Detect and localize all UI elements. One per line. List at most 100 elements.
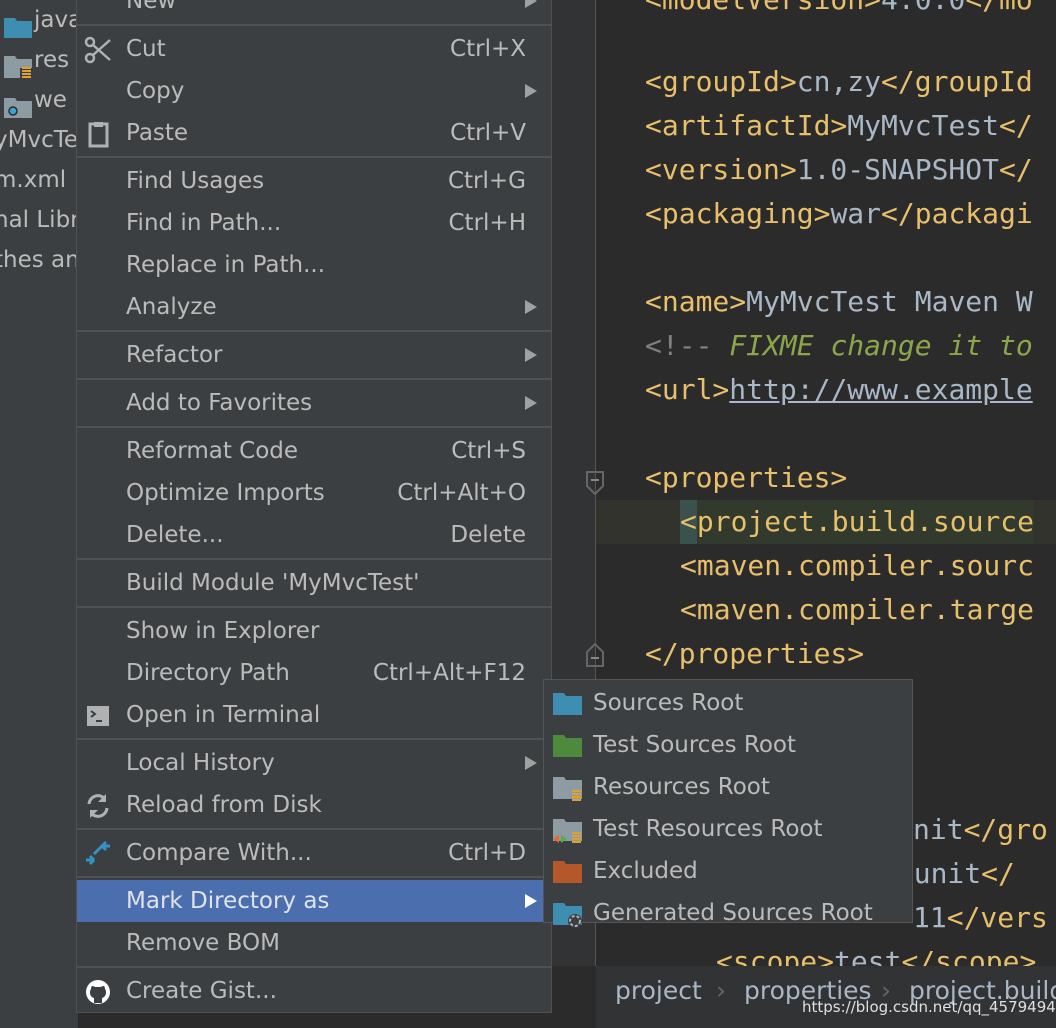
menu-item-new[interactable]: New <box>77 0 551 22</box>
xml-value: 4.0.0 <box>881 0 965 16</box>
code-line[interactable]: <name>MyMvcTest Maven W <box>645 280 1033 324</box>
xml-tag: <name> <box>645 285 747 318</box>
menu-item-build-module-mymvctest[interactable]: Build Module 'MyMvcTest' <box>77 562 551 604</box>
xml-tag: <!-- <box>645 329 730 362</box>
tree-item[interactable]: java <box>0 0 78 40</box>
menu-item-cut[interactable]: Cut Ctrl+X <box>77 28 551 70</box>
menu-item-find-in-path[interactable]: Find in Path... Ctrl+H <box>77 202 551 244</box>
submenu-item-sources-root[interactable]: Sources Root <box>544 682 912 724</box>
code-line[interactable]: </properties> <box>645 632 864 676</box>
menu-item-label: Replace in Path... <box>126 252 326 278</box>
menu-item-label: Paste <box>126 120 189 146</box>
shortcut: Ctrl+Alt+O <box>397 480 526 506</box>
submenu-item-label: Test Sources Root <box>593 732 797 758</box>
code-line[interactable]: <maven.compiler.sourc <box>680 544 1034 588</box>
menu-item-delete[interactable]: Delete... Delete <box>77 514 551 556</box>
code-line[interactable]: <properties> <box>645 456 847 500</box>
submenu-arrow-icon <box>525 84 537 98</box>
submenu-arrow-icon <box>525 756 537 770</box>
tree-item[interactable]: we <box>0 80 67 120</box>
menu-item-label: Show in Explorer <box>126 618 320 644</box>
code-line[interactable]: nit</gro <box>913 808 1048 852</box>
code-line[interactable]: <!-- FIXME change it to <box>645 324 1033 368</box>
menu-item-add-to-favorites[interactable]: Add to Favorites <box>77 382 551 424</box>
code-line[interactable]: <maven.compiler.targe <box>680 588 1034 632</box>
menu-item-copy[interactable]: Copy <box>77 70 551 112</box>
menu-item-optimize-imports[interactable]: Optimize Imports Ctrl+Alt+O <box>77 472 551 514</box>
menu-item-label: Add to Favorites <box>126 390 313 416</box>
menu-item-create-gist[interactable]: Create Gist... <box>77 970 551 1012</box>
code-line[interactable]: 11</vers <box>913 896 1048 940</box>
xml-value: FIXME change it to <box>729 329 1033 362</box>
menu-item-show-in-explorer[interactable]: Show in Explorer <box>77 610 551 652</box>
xml-value: nit <box>913 813 964 846</box>
menu-item-label: Directory Path <box>126 660 290 686</box>
menu-item-label: Build Module 'MyMvcTest' <box>126 570 420 596</box>
menu-item-reload-from-disk[interactable]: Reload from Disk <box>77 784 551 826</box>
menu-item-label: Find in Path... <box>126 210 282 236</box>
xml-value: http://www.example <box>729 373 1033 406</box>
submenu-item-label: Resources Root <box>593 774 770 800</box>
code-line[interactable]: <modelVersion>4.0.0</mo <box>645 0 1033 22</box>
submenu-item-excluded[interactable]: Excluded <box>544 850 912 892</box>
menu-item-mark-directory-as[interactable]: Mark Directory as <box>77 880 551 922</box>
submenu-item-generated-sources-root[interactable]: Generated Sources Root <box>544 892 912 934</box>
tree-item[interactable]: nal Libra <box>0 200 78 240</box>
tree-item-label: res <box>34 47 70 73</box>
xml-tag: <modelVersion> <box>645 0 881 16</box>
shortcut: Ctrl+Alt+F12 <box>372 660 526 686</box>
submenu-item-resources-root[interactable]: Resources Root <box>544 766 912 808</box>
xml-tag: </mo <box>965 0 1032 16</box>
menu-item-label: Reload from Disk <box>126 792 322 818</box>
xml-tag: <scope> <box>716 945 835 966</box>
menu-item-label: Delete... <box>126 522 224 548</box>
xml-tag: </vers <box>946 901 1048 934</box>
code-line[interactable]: <groupId>cn,zy</groupId <box>645 60 1033 104</box>
xml-tag: </packagi <box>881 197 1033 230</box>
menu-item-find-usages[interactable]: Find Usages Ctrl+G <box>77 160 551 202</box>
menu-item-refactor[interactable]: Refactor <box>77 334 551 376</box>
breadcrumb-item[interactable]: project <box>615 976 702 1005</box>
code-line[interactable]: <project.build.source <box>680 500 1035 544</box>
menu-item-directory-path[interactable]: Directory Path Ctrl+Alt+F12 <box>77 652 551 694</box>
menu-item-label: Optimize Imports <box>126 480 325 506</box>
submenu-item-label: Test Resources Root <box>593 816 823 842</box>
code-line[interactable]: <url>http://www.example <box>645 368 1033 412</box>
tree-item-label: java <box>34 7 78 33</box>
menu-item-remove-bom[interactable]: Remove BOM <box>77 922 551 964</box>
xml-tag: </ <box>981 857 1015 890</box>
context-menu: New Cut Ctrl+X Copy Paste Ctrl+V Find Usages Ct… <box>76 0 552 1013</box>
xml-tag: </groupId <box>881 65 1033 98</box>
submenu-item-test-sources-root[interactable]: Test Sources Root <box>544 724 912 766</box>
folder-test-resources-root-icon <box>553 817 582 843</box>
menu-item-replace-in-path[interactable]: Replace in Path... <box>77 244 551 286</box>
code-line[interactable]: <packaging>war</packagi <box>645 192 1033 236</box>
submenu-item-label: Sources Root <box>593 690 744 716</box>
menu-item-compare-with[interactable]: Compare With... Ctrl+D <box>77 832 551 874</box>
xml-tag: </ <box>999 153 1033 186</box>
xml-tag: <packaging> <box>645 197 831 230</box>
code-line[interactable]: <scope>test</scope> <box>716 940 1036 966</box>
submenu-item-test-resources-root[interactable]: Test Resources Root <box>544 808 912 850</box>
xml-value: MyMvcTest Maven W <box>746 285 1033 318</box>
code-line[interactable]: <artifactId>MyMvcTest</ <box>645 104 1033 148</box>
code-line[interactable]: <version>1.0-SNAPSHOT</ <box>645 148 1033 192</box>
menu-item-analyze[interactable]: Analyze <box>77 286 551 328</box>
menu-item-local-history[interactable]: Local History <box>77 742 551 784</box>
tree-item[interactable]: res <box>0 40 69 80</box>
menu-item-label: Compare With... <box>126 840 312 866</box>
tree-item[interactable]: thes an <box>0 240 78 280</box>
folder-resources-root-icon <box>553 775 582 801</box>
submenu-arrow-icon <box>525 348 537 362</box>
reload-icon <box>84 792 112 820</box>
tree-item[interactable]: m.xml <box>0 160 66 200</box>
xml-value: 11 <box>913 901 947 934</box>
menu-item-paste[interactable]: Paste Ctrl+V <box>77 112 551 154</box>
submenu-arrow-icon <box>525 894 537 908</box>
mark-directory-submenu: Sources Root Test Sources Root Resources R… <box>543 679 913 928</box>
tree-item-label: yMvcTe <box>0 127 78 153</box>
compare-icon <box>84 840 112 868</box>
menu-item-open-in-terminal[interactable]: Open in Terminal <box>77 694 551 736</box>
menu-item-reformat-code[interactable]: Reformat Code Ctrl+S <box>77 430 551 472</box>
tree-item[interactable]: yMvcTe <box>0 120 78 160</box>
